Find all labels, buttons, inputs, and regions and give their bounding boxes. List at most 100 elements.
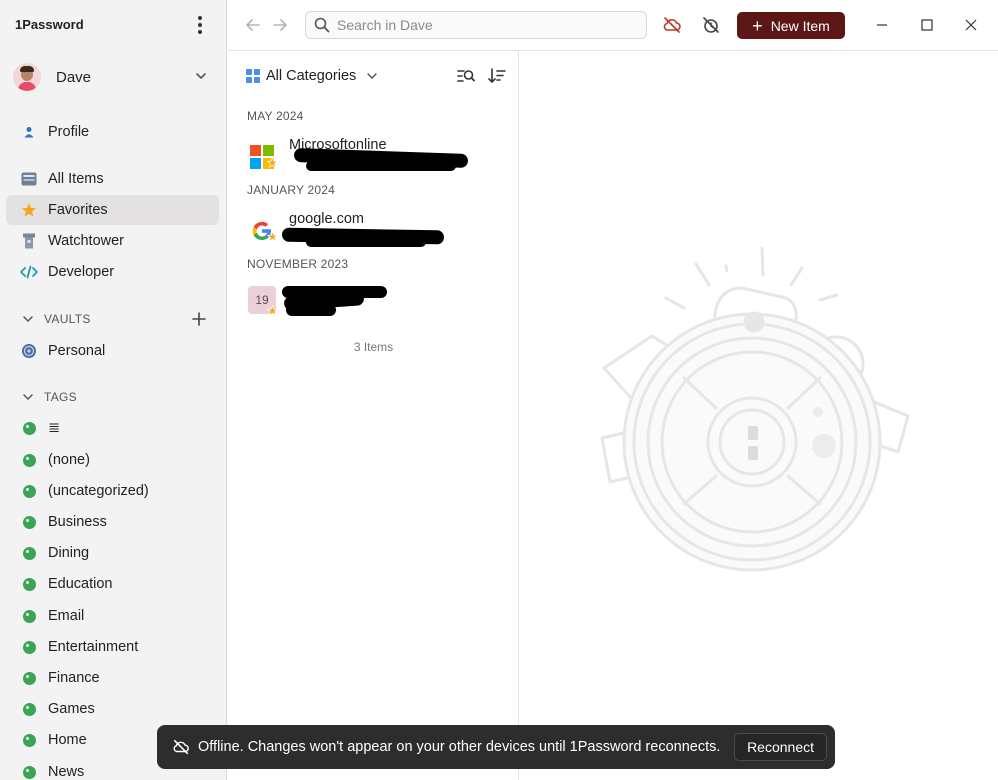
tag-label: (uncategorized) bbox=[48, 483, 149, 499]
chevron-down-icon bbox=[367, 73, 378, 80]
empty-state-vault-illustration bbox=[600, 246, 910, 572]
account-name: Dave bbox=[56, 68, 92, 86]
sidebar-item-profile[interactable]: Profile bbox=[6, 117, 219, 147]
sidebar-item-label: Personal bbox=[48, 343, 106, 359]
sidebar-item-developer[interactable]: Developer bbox=[6, 257, 219, 287]
category-selector[interactable]: All Categories bbox=[246, 66, 378, 86]
sidebar-tag-item[interactable]: Business bbox=[6, 507, 219, 537]
plus-icon: + bbox=[752, 15, 763, 36]
categories-grid-icon bbox=[246, 69, 260, 83]
tag-icon bbox=[22, 765, 36, 779]
tag-icon bbox=[22, 733, 36, 747]
redaction-scribble bbox=[306, 161, 456, 171]
sidebar-tag-item[interactable]: Dining bbox=[6, 538, 219, 568]
reconnect-button[interactable]: Reconnect bbox=[734, 733, 827, 761]
sidebar-tag-item[interactable]: Games bbox=[6, 694, 219, 724]
back-arrow-icon[interactable] bbox=[244, 16, 262, 34]
all-items-icon bbox=[20, 170, 38, 188]
app-title: 1Password bbox=[15, 17, 84, 32]
sidebar-tag-item[interactable]: Email bbox=[6, 601, 219, 631]
sidebar-tag-item[interactable]: (none) bbox=[6, 445, 219, 475]
filter-search-icon[interactable] bbox=[457, 67, 475, 85]
tag-icon bbox=[22, 421, 36, 435]
tags-header-label: TAGS bbox=[44, 390, 77, 404]
detail-pane bbox=[520, 52, 998, 780]
tag-icon bbox=[22, 577, 36, 591]
sidebar-tag-item[interactable]: ≣ bbox=[6, 413, 219, 443]
favorite-star-icon bbox=[267, 157, 278, 168]
tag-label: Finance bbox=[48, 670, 100, 686]
more-options-icon[interactable] bbox=[190, 14, 210, 36]
list-item[interactable]: google.com bbox=[246, 211, 508, 253]
tag-label: (none) bbox=[48, 452, 90, 468]
tag-icon bbox=[22, 640, 36, 654]
person-icon bbox=[20, 123, 38, 141]
sidebar-tag-item[interactable]: Entertainment bbox=[6, 632, 219, 662]
vaults-header-label: VAULTS bbox=[44, 312, 91, 326]
avatar bbox=[13, 63, 41, 91]
new-item-button[interactable]: + New Item bbox=[737, 12, 845, 39]
watchtower-alert-icon[interactable] bbox=[701, 15, 721, 35]
sidebar-tag-item[interactable]: Education bbox=[6, 569, 219, 599]
tag-label: Email bbox=[48, 608, 85, 624]
category-label: All Categories bbox=[266, 68, 357, 84]
minimize-icon[interactable] bbox=[874, 17, 890, 33]
close-icon[interactable] bbox=[963, 17, 979, 33]
watchtower-icon bbox=[20, 232, 38, 250]
search-box[interactable] bbox=[305, 11, 647, 39]
tag-label: Games bbox=[48, 701, 95, 717]
tag-label: Business bbox=[48, 514, 107, 530]
tag-icon bbox=[22, 515, 36, 529]
sidebar-item-label: Profile bbox=[48, 124, 90, 140]
tag-icon bbox=[22, 453, 36, 467]
search-icon bbox=[314, 17, 330, 33]
tag-label: ≣ bbox=[48, 420, 61, 436]
offline-cloud-icon bbox=[173, 739, 189, 755]
sidebar-item-label: Developer bbox=[48, 264, 115, 280]
chevron-down-icon bbox=[196, 73, 206, 80]
sidebar-tag-item[interactable]: (uncategorized) bbox=[6, 476, 219, 506]
tag-label: Dining bbox=[48, 545, 90, 561]
chevron-down-icon bbox=[23, 316, 33, 323]
search-input[interactable] bbox=[337, 17, 637, 33]
tags-header[interactable]: TAGS bbox=[22, 388, 77, 406]
vault-icon bbox=[20, 342, 38, 360]
add-vault-icon[interactable] bbox=[191, 311, 207, 327]
toolbar: + New Item bbox=[228, 0, 998, 51]
sidebar-tag-item[interactable]: Finance bbox=[6, 663, 219, 693]
tag-label: News bbox=[48, 764, 85, 780]
toast-message: Offline. Changes won't appear on your ot… bbox=[198, 739, 721, 755]
sidebar: 1Password Dave Profile All Items Favorit… bbox=[0, 0, 227, 780]
item-list-pane: All Categories MAY 2024 Microsoftonline … bbox=[228, 52, 519, 780]
forward-arrow-icon[interactable] bbox=[271, 16, 289, 34]
code-icon bbox=[20, 263, 38, 281]
list-item[interactable]: Microsoftonline bbox=[246, 137, 508, 179]
sort-icon[interactable] bbox=[488, 67, 506, 85]
sidebar-item-label: Favorites bbox=[48, 202, 108, 218]
sidebar-item-label: Watchtower bbox=[48, 233, 125, 249]
group-label: JANUARY 2024 bbox=[247, 183, 336, 197]
tag-icon bbox=[22, 609, 36, 623]
tag-icon bbox=[22, 671, 36, 685]
chevron-down-icon bbox=[23, 394, 33, 401]
account-switcher[interactable]: Dave bbox=[6, 57, 216, 97]
redaction-scribble bbox=[286, 304, 336, 316]
item-title: google.com bbox=[289, 211, 364, 227]
tag-icon bbox=[22, 546, 36, 560]
list-item[interactable]: 19 bbox=[246, 282, 508, 322]
sidebar-item-all-items[interactable]: All Items bbox=[6, 164, 219, 194]
sidebar-item-watchtower[interactable]: Watchtower bbox=[6, 226, 219, 256]
tag-icon bbox=[22, 702, 36, 716]
sidebar-item-label: All Items bbox=[48, 171, 104, 187]
tag-icon bbox=[22, 484, 36, 498]
vaults-header[interactable]: VAULTS bbox=[22, 310, 91, 328]
offline-cloud-icon[interactable] bbox=[662, 15, 682, 35]
sidebar-item-vault-personal[interactable]: Personal bbox=[6, 336, 219, 366]
tag-label: Home bbox=[48, 732, 87, 748]
sidebar-item-favorites[interactable]: Favorites bbox=[6, 195, 219, 225]
maximize-icon[interactable] bbox=[919, 17, 935, 33]
star-icon bbox=[20, 201, 38, 219]
new-item-label: New Item bbox=[770, 17, 830, 34]
tag-label: Education bbox=[48, 576, 113, 592]
tag-label: Entertainment bbox=[48, 639, 139, 655]
